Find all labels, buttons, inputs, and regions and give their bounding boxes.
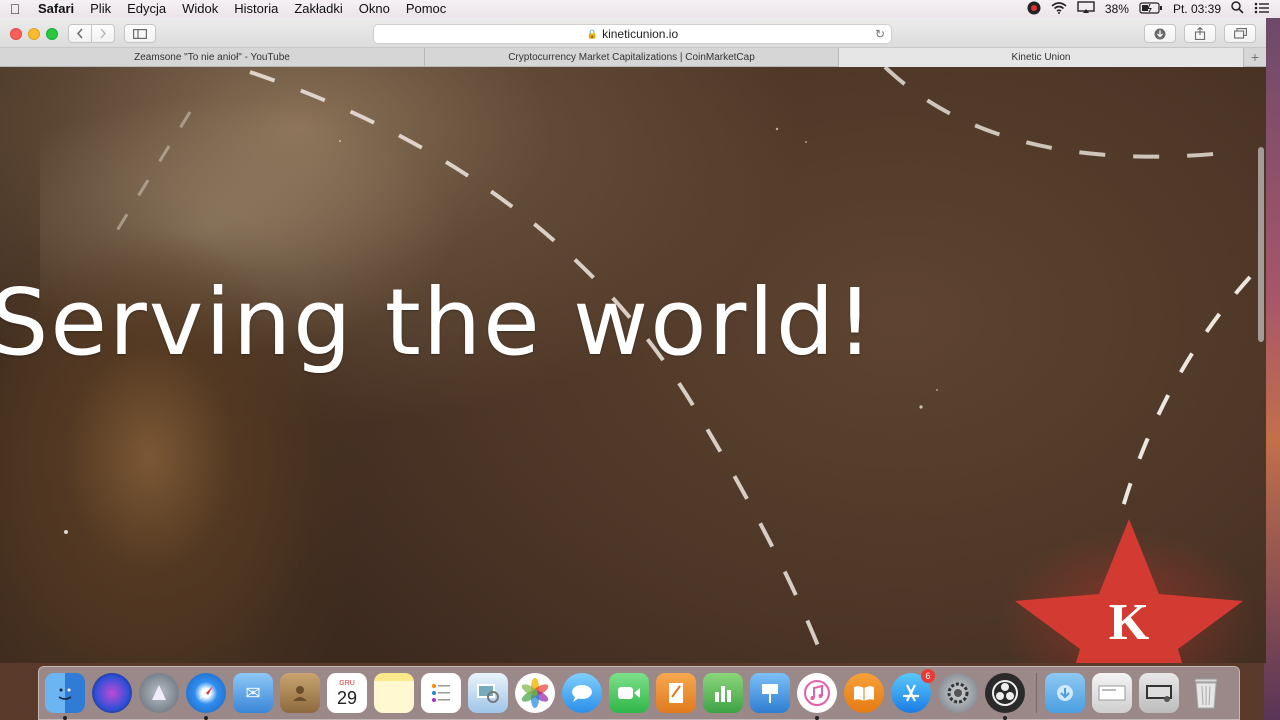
kinetic-union-star-logo[interactable]: K	[998, 509, 1260, 663]
menu-bar:  Safari Plik Edycja Widok Historia Zakł…	[0, 0, 1280, 18]
dock-numbers-icon[interactable]	[703, 673, 743, 713]
dock-separator	[1036, 673, 1037, 713]
dock-pages-icon[interactable]	[656, 673, 696, 713]
wifi-icon[interactable]	[1051, 1, 1067, 17]
logo-letter: K	[1109, 594, 1150, 651]
dock-reminders-icon[interactable]	[421, 673, 461, 713]
menu-bookmarks[interactable]: Zakładki	[286, 0, 350, 18]
dock-facetime-icon[interactable]	[609, 673, 649, 713]
url-text: kineticunion.io	[602, 27, 679, 41]
update-count-badge: 6	[921, 669, 935, 683]
tab-bar: Zeamsone "To nie anioł" - YouTube Crypto…	[0, 48, 1266, 67]
dock-mail-icon[interactable]: ✉	[233, 673, 273, 713]
dock-calendar-icon[interactable]: GRU 29	[327, 673, 367, 713]
back-button[interactable]	[68, 24, 92, 43]
dock: ✉ GRU 29 6	[38, 666, 1240, 720]
airplay-icon[interactable]	[1077, 1, 1095, 17]
menu-edit[interactable]: Edycja	[119, 0, 174, 18]
running-indicator	[63, 716, 67, 720]
forward-button[interactable]	[91, 24, 115, 43]
dock-obs-icon[interactable]	[985, 673, 1025, 720]
dock-notes-icon[interactable]	[374, 673, 414, 713]
calendar-month: GRU	[339, 679, 355, 687]
menu-view[interactable]: Widok	[174, 0, 226, 18]
downloads-button[interactable]	[1144, 24, 1176, 43]
notification-center-icon[interactable]	[1254, 2, 1270, 17]
dock-finder-icon[interactable]	[45, 673, 85, 720]
dock-itunes-icon[interactable]	[797, 673, 837, 720]
dock-contacts-icon[interactable]	[280, 673, 320, 713]
dock-system-preferences-icon[interactable]	[938, 673, 978, 713]
new-tab-button[interactable]: +	[1244, 48, 1266, 66]
tab-coinmarketcap[interactable]: Cryptocurrency Market Capitalizations | …	[425, 48, 839, 67]
dock-messages-icon[interactable]	[562, 673, 602, 713]
tab-youtube[interactable]: Zeamsone "To nie anioł" - YouTube	[0, 48, 425, 67]
dock-trash-icon[interactable]	[1186, 673, 1226, 713]
page-scrollbar[interactable]	[1256, 67, 1266, 663]
chevron-left-icon	[76, 28, 83, 39]
browser-toolbar: 🔒 kineticunion.io ↻	[0, 18, 1266, 48]
desktop-background	[1264, 18, 1280, 720]
running-indicator	[815, 716, 819, 720]
window-fullscreen-button[interactable]	[46, 28, 58, 40]
tab-kinetic-union[interactable]: Kinetic Union	[839, 48, 1244, 67]
lock-icon: 🔒	[586, 28, 599, 39]
battery-percent[interactable]: 38%	[1105, 2, 1129, 16]
share-button[interactable]	[1184, 24, 1216, 43]
dock-app-store-icon[interactable]: 6	[891, 669, 935, 713]
safari-window: 🔒 kineticunion.io ↻ Zeamsone "To nie ani…	[0, 18, 1266, 663]
battery-icon[interactable]	[1139, 1, 1163, 17]
menu-safari[interactable]: Safari	[30, 0, 82, 18]
dock-ibooks-icon[interactable]	[844, 673, 884, 713]
dock-photos-icon[interactable]	[515, 673, 555, 713]
scrollbar-thumb[interactable]	[1258, 147, 1264, 342]
obs-status-icon[interactable]	[1027, 1, 1041, 18]
show-all-tabs-button[interactable]	[1224, 24, 1256, 43]
sidebar-icon	[133, 28, 147, 39]
menu-file[interactable]: Plik	[82, 0, 119, 18]
dock-siri-icon[interactable]	[92, 673, 132, 713]
chevron-right-icon	[100, 28, 107, 39]
window-close-button[interactable]	[10, 28, 22, 40]
download-icon	[1154, 28, 1166, 39]
dock-safari-icon[interactable]	[186, 673, 226, 720]
address-bar[interactable]: 🔒 kineticunion.io ↻	[373, 24, 892, 44]
dock-screenshots-stack-icon[interactable]	[1139, 673, 1179, 713]
dock-downloads-folder-icon[interactable]	[1045, 673, 1085, 713]
menu-window[interactable]: Okno	[351, 0, 398, 18]
menu-history[interactable]: Historia	[226, 0, 286, 18]
dock-keynote-icon[interactable]	[750, 673, 790, 713]
web-page-content: Serving the world! K	[0, 67, 1266, 663]
reload-icon[interactable]: ↻	[875, 27, 885, 41]
tabs-icon	[1233, 28, 1247, 39]
sidebar-toggle-button[interactable]	[124, 24, 156, 43]
dock-preview-icon[interactable]	[468, 673, 508, 713]
calendar-day: 29	[336, 687, 358, 708]
running-indicator	[1003, 716, 1007, 720]
dock-documents-stack-icon[interactable]	[1092, 673, 1132, 713]
dock-launchpad-icon[interactable]	[139, 673, 179, 713]
hero-headline: Serving the world!	[0, 269, 876, 376]
share-icon	[1194, 27, 1206, 40]
spotlight-search-icon[interactable]	[1231, 1, 1244, 17]
clock[interactable]: Pt. 03:39	[1173, 2, 1221, 16]
window-minimize-button[interactable]	[28, 28, 40, 40]
running-indicator	[204, 716, 208, 720]
menu-help[interactable]: Pomoc	[398, 0, 454, 18]
apple-menu-icon[interactable]: 	[0, 1, 30, 17]
